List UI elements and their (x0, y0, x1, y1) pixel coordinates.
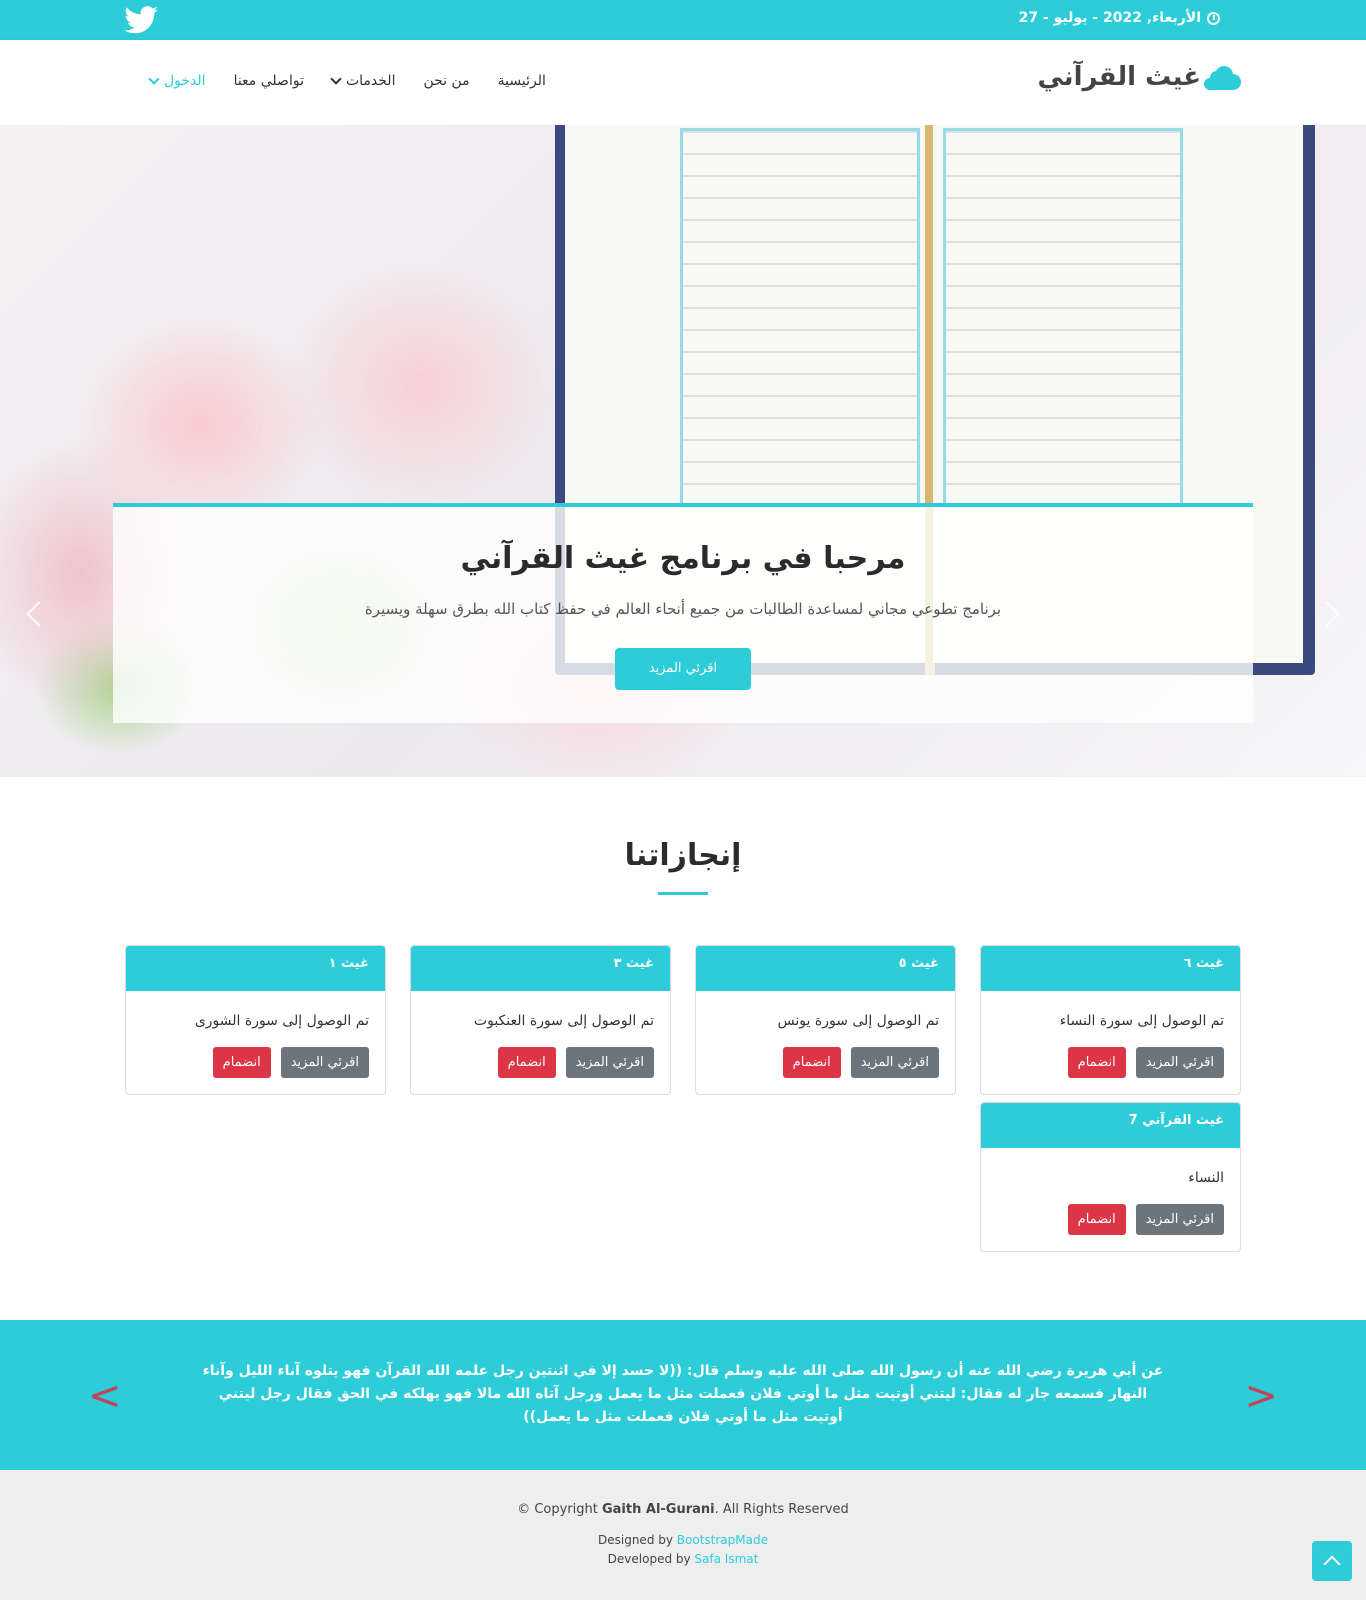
hero-subtitle: برنامج تطوعي مجاني لمساعدة الطالبات من ج… (364, 600, 1002, 618)
designed-by-link[interactable]: BootstrapMade (677, 1533, 768, 1547)
nav-login-label: الدخول (164, 73, 206, 89)
read-more-button[interactable]: اقرئي المزيد (280, 1047, 369, 1078)
back-to-top-button[interactable] (1312, 1541, 1352, 1581)
date-text: الأربعاء, 2022 - يوليو - 27 (1018, 10, 1201, 26)
twitter-icon[interactable] (124, 6, 158, 34)
copyright: © Copyright Gaith Al-Gurani. All Rights … (0, 1502, 1366, 1517)
card-text: النساء (1188, 1170, 1224, 1186)
join-button[interactable]: انضمام (212, 1047, 271, 1078)
nav-services[interactable]: الخدمات (330, 73, 396, 89)
card-text: تم الوصول إلى سورة الشورى (194, 1013, 369, 1029)
nav-about[interactable]: من نحن (423, 73, 469, 89)
hero-title: مرحبا في برنامج غيث القرآني (460, 541, 906, 576)
read-more-button[interactable]: اقرئي المزيد (850, 1047, 939, 1078)
nav-login[interactable]: الدخول (148, 73, 206, 89)
chevron-down-icon (148, 73, 160, 85)
site-logo[interactable]: غيث القرآني (1037, 62, 1241, 92)
nav-contact-label: تواصلي معنا (233, 73, 304, 89)
logo-text: غيث القرآني (1037, 62, 1202, 92)
chevron-down-icon (330, 73, 342, 85)
card-header: غيث ٦ (981, 946, 1240, 991)
card-header: غيث ٣ (411, 946, 670, 991)
nav-about-label: من نحن (423, 73, 470, 89)
top-bar: الأربعاء, 2022 - يوليو - 27 (0, 0, 1366, 40)
site-footer: © Copyright Gaith Al-Gurani. All Rights … (0, 1470, 1366, 1600)
copyright-suffix: . All Rights Reserved (714, 1502, 849, 1517)
carousel-prev-icon[interactable] (26, 601, 52, 627)
designed-prefix: Designed by (598, 1533, 677, 1547)
nav-services-label: الخدمات (345, 73, 396, 89)
hadith-next-icon[interactable]: > (1244, 1376, 1278, 1416)
join-button[interactable]: انضمام (782, 1047, 841, 1078)
clock-icon (1207, 11, 1220, 25)
read-more-button[interactable]: اقرئي المزيد (1135, 1204, 1224, 1235)
card-text: تم الوصول إلى سورة يونس (777, 1013, 939, 1029)
developed-prefix: Developed by (607, 1552, 695, 1566)
achievements-title: إنجازاتنا (624, 838, 742, 873)
title-underline (658, 892, 708, 895)
card-header: غيث ٥ (696, 946, 955, 991)
read-more-button[interactable]: اقرئي المزيد (1135, 1047, 1224, 1078)
achievement-card: غيث ٥ تم الوصول إلى سورة يونس اقرئي المز… (695, 945, 956, 1095)
join-button[interactable]: انضمام (497, 1047, 556, 1078)
hadith-text: عن أبي هريرة رضي الله عنه أن رسول الله ص… (202, 1363, 1164, 1425)
read-more-button[interactable]: اقرئي المزيد (565, 1047, 654, 1078)
join-button[interactable]: انضمام (1067, 1204, 1126, 1235)
card-header: غيث القرآني 7 (981, 1103, 1240, 1148)
carousel-next-icon[interactable] (1314, 601, 1340, 627)
copyright-name: Gaith Al-Gurani (601, 1502, 715, 1517)
developed-by-link[interactable]: Safa Ismat (694, 1552, 758, 1566)
credits: Designed by BootstrapMade Developed by S… (0, 1531, 1366, 1569)
nav-home[interactable]: الرئيسية (498, 73, 546, 89)
date-display: الأربعاء, 2022 - يوليو - 27 (1019, 10, 1220, 26)
hadith-carousel: < عن أبي هريرة رضي الله عنه أن رسول الله… (0, 1320, 1366, 1470)
site-header: غيث القرآني الرئيسية من نحن الخدمات تواص… (0, 40, 1366, 125)
cloud-icon (1204, 66, 1241, 90)
hero-read-more-button[interactable]: اقرئي المزيد (615, 648, 751, 690)
achievement-card: غيث ٣ تم الوصول إلى سورة العنكبوت اقرئي … (410, 945, 671, 1095)
hero-carousel: مرحبا في برنامج غيث القرآني برنامج تطوعي… (0, 125, 1366, 777)
main-nav: الرئيسية من نحن الخدمات تواصلي معنا الدخ… (148, 73, 546, 89)
copyright-prefix: © Copyright (517, 1502, 602, 1517)
hadith-prev-icon[interactable]: < (88, 1376, 122, 1416)
nav-contact[interactable]: تواصلي معنا (234, 73, 304, 89)
join-button[interactable]: انضمام (1067, 1047, 1126, 1078)
achievement-card: غيث ٦ تم الوصول إلى سورة النساء اقرئي ال… (980, 945, 1241, 1095)
hero-caption: مرحبا في برنامج غيث القرآني برنامج تطوعي… (113, 503, 1253, 723)
card-text: تم الوصول إلى سورة النساء (1059, 1013, 1224, 1029)
card-header: غيث ١ (126, 946, 385, 991)
nav-home-label: الرئيسية (497, 73, 546, 89)
achievement-card: غيث القرآني 7 النساء اقرئي المزيد انضمام (980, 1102, 1241, 1252)
achievement-card: غيث ١ تم الوصول إلى سورة الشورى اقرئي ال… (125, 945, 386, 1095)
card-text: تم الوصول إلى سورة العنكبوت (473, 1013, 654, 1029)
